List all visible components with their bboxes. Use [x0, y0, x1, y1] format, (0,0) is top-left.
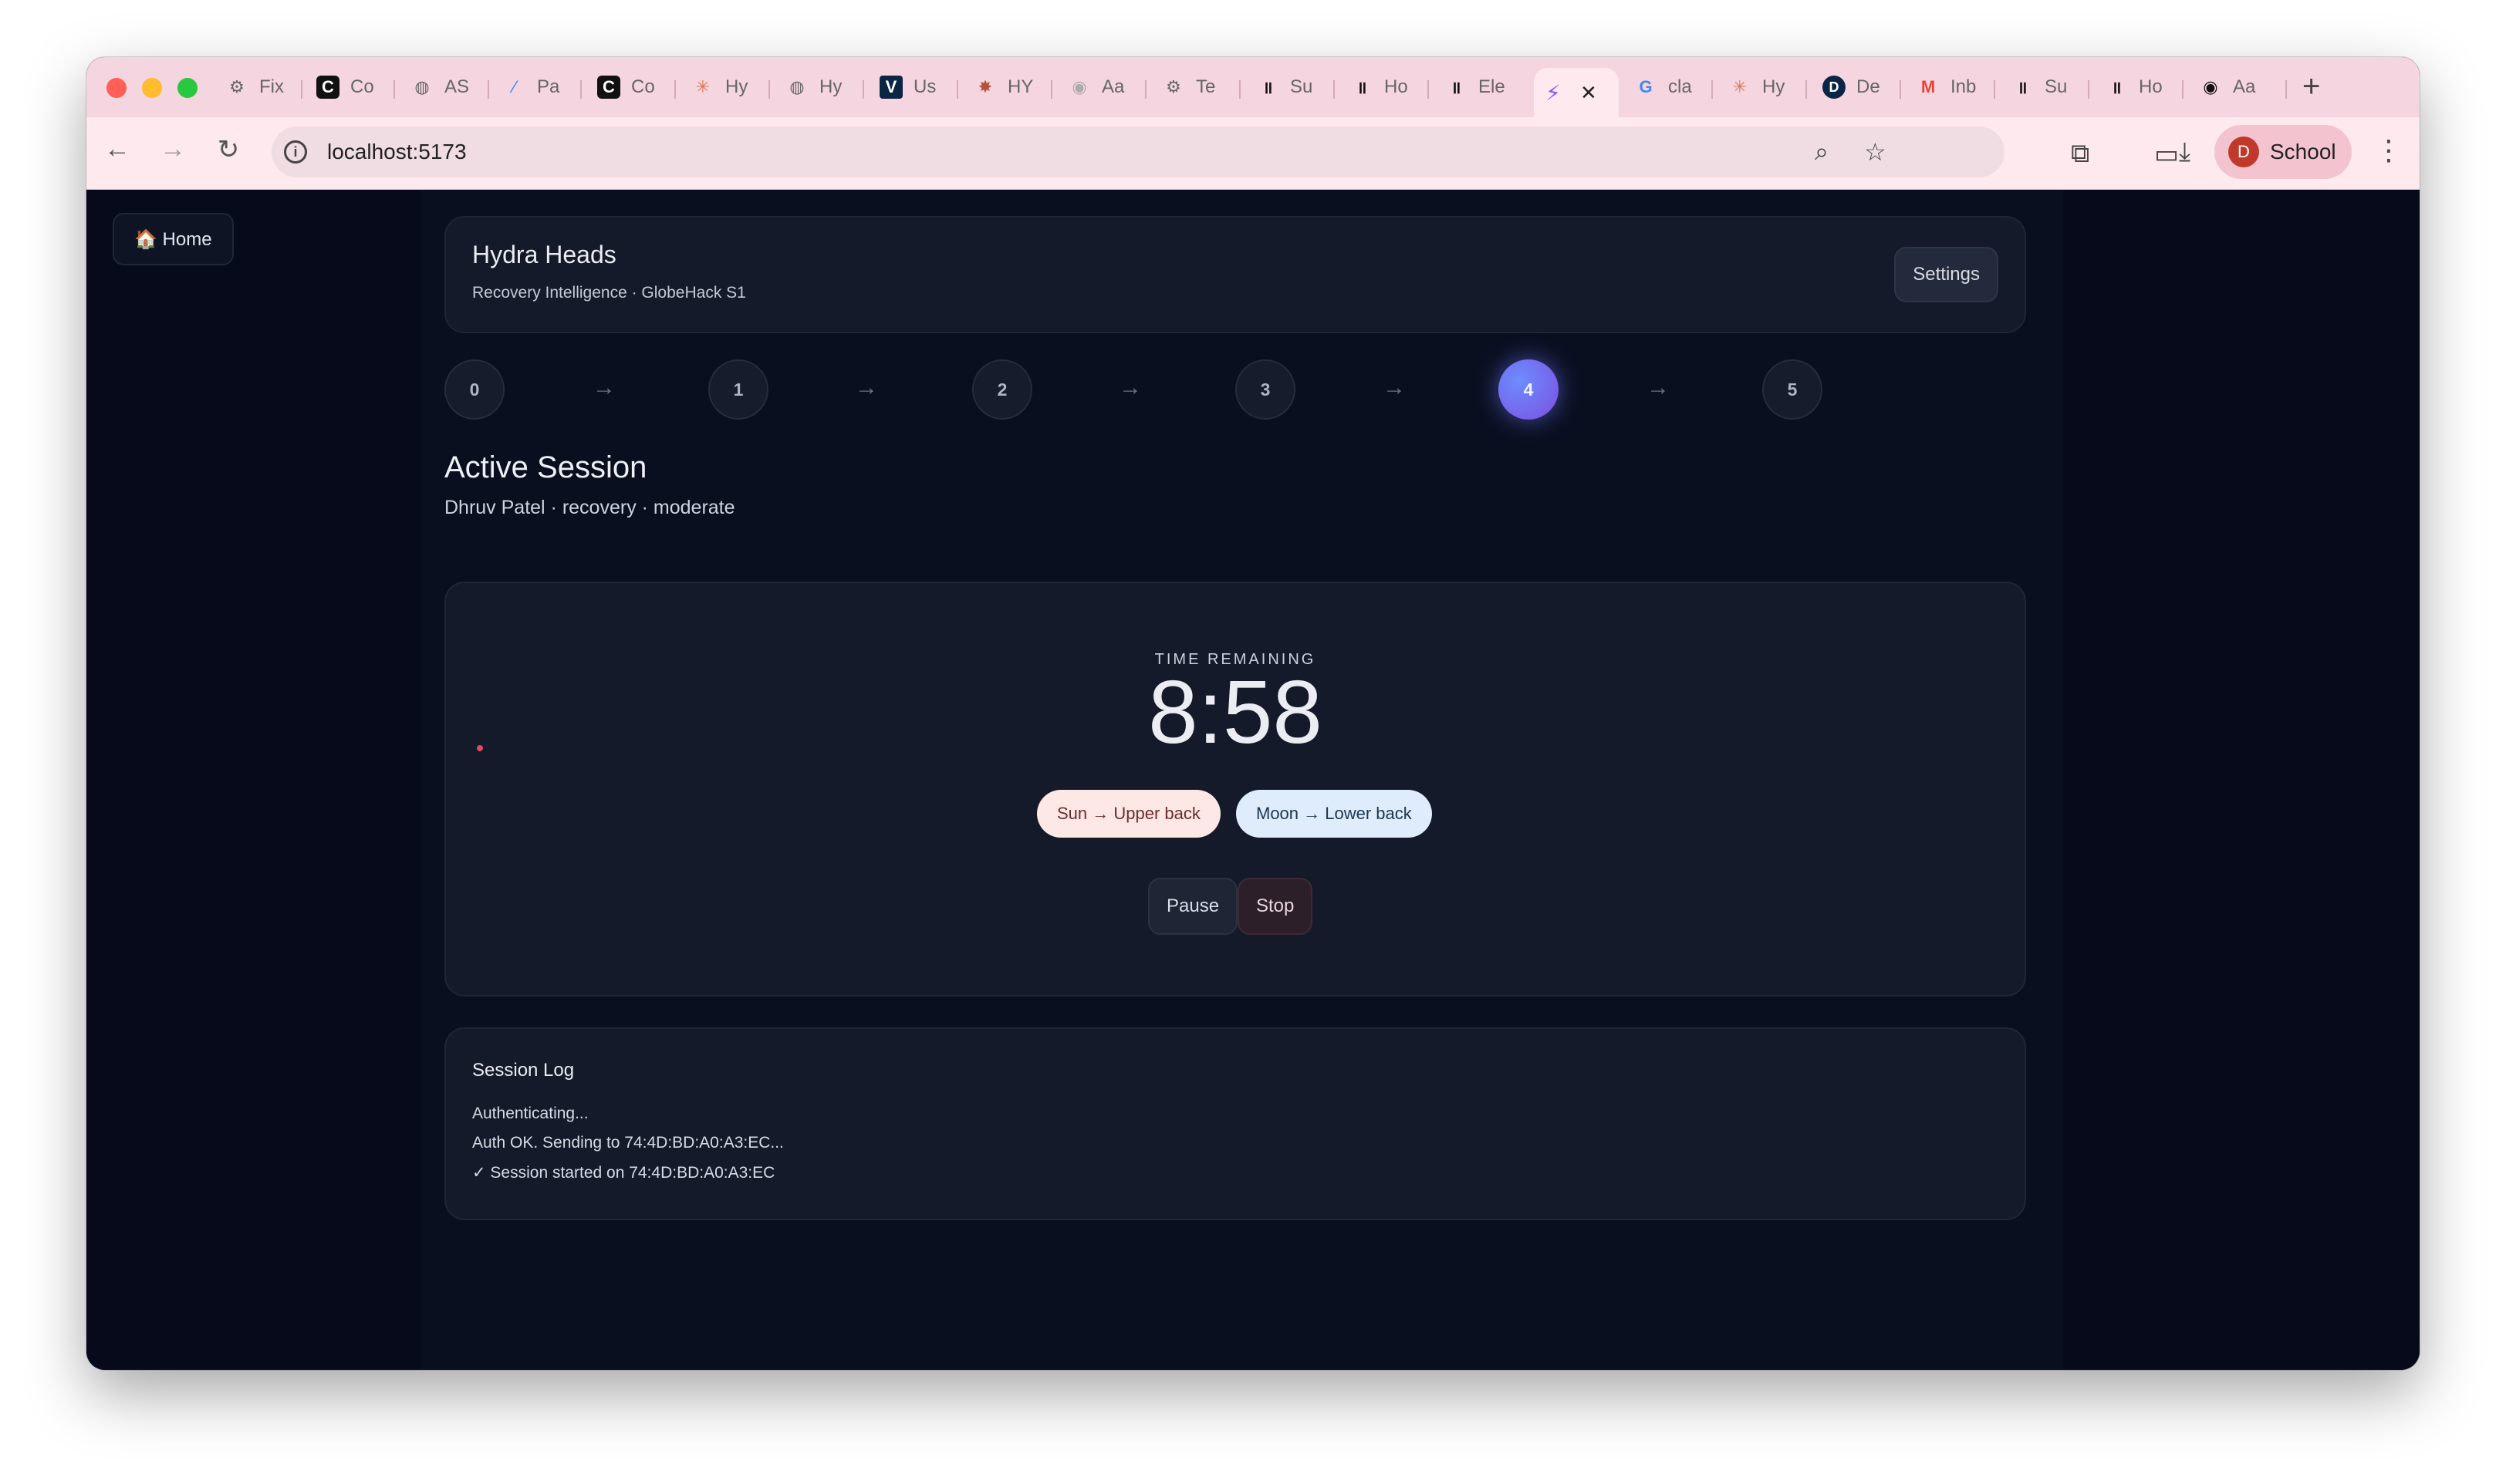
pause-icon: ॥: [2111, 78, 2122, 97]
main-column: Hydra Heads Recovery Intelligence · Glob…: [421, 190, 2063, 1370]
step-5[interactable]: 5: [1762, 359, 1822, 420]
link-icon: ⁄: [513, 77, 516, 96]
browser-tab[interactable]: M Inb: [1909, 68, 1991, 106]
browser-tab[interactable]: D De: [1815, 68, 1896, 106]
openai-icon: ⚙: [229, 77, 245, 96]
time-remaining-value: 8:58: [1148, 662, 1322, 762]
log-line: Authenticating...: [472, 1105, 589, 1122]
pause-icon: ॥: [1356, 78, 1367, 97]
vercel-v-icon: V: [880, 76, 903, 99]
step-3[interactable]: 3: [1235, 359, 1295, 420]
globe-icon: ◍: [789, 77, 805, 96]
browser-tab[interactable]: ॥ Su: [2003, 68, 2085, 106]
pause-icon: ॥: [1262, 78, 1273, 97]
session-title: Active Session: [444, 450, 647, 484]
sun-placement-pill: Sun → Upper back: [1037, 790, 1221, 838]
browser-tab-active[interactable]: ⚡ ✕: [1534, 68, 1619, 117]
url-text[interactable]: localhost:5173: [327, 140, 467, 164]
openai-icon: ⚙: [1166, 77, 1181, 96]
step-arrow: →: [593, 375, 616, 400]
browser-tab[interactable]: ॥ Ho: [1342, 68, 1424, 106]
close-window-button[interactable]: [106, 78, 127, 98]
d-icon: D: [1822, 76, 1846, 99]
new-tab-button[interactable]: +: [2302, 69, 2320, 104]
step-0[interactable]: 0: [444, 359, 505, 420]
close-tab-icon[interactable]: ✕: [1580, 81, 1597, 105]
browser-menu-icon[interactable]: ⋮: [2375, 134, 2403, 167]
back-button[interactable]: ←: [102, 134, 133, 164]
browser-tab[interactable]: ✳ Hy: [1721, 68, 1802, 106]
vite-icon: ⚡: [1545, 80, 1561, 105]
session-log-title: Session Log: [472, 1060, 575, 1081]
browser-toolbar: ← → ↻ i localhost:5173 ⌕ ☆ ⧉ ▭ ⤓ D Schoo…: [86, 117, 2420, 190]
gmail-icon: M: [1920, 77, 1936, 96]
home-button[interactable]: 🏠 Home: [113, 213, 234, 265]
bookmark-star-icon[interactable]: ☆: [1864, 137, 1886, 167]
browser-tab[interactable]: ॥ Ho: [2097, 68, 2179, 106]
cursor-icon: C: [597, 76, 620, 99]
extensions-icon[interactable]: ⧉: [2071, 139, 2089, 169]
browser-tab[interactable]: ◉ Aa: [1060, 68, 1142, 106]
browser-tab[interactable]: C Co: [309, 68, 390, 106]
pause-button[interactable]: Pause: [1148, 878, 1238, 935]
minimize-window-button[interactable]: [142, 78, 162, 98]
github-icon: ◉: [1072, 77, 1087, 96]
log-line: ✓ Session started on 74:4D:BD:A0:A3:EC: [472, 1164, 775, 1182]
stop-button[interactable]: Stop: [1238, 878, 1313, 935]
cursor-icon: C: [316, 76, 339, 99]
browser-tab[interactable]: ✸ HY: [966, 68, 1048, 106]
maximize-window-button[interactable]: [177, 78, 198, 98]
browser-tab[interactable]: ⚙ Fix: [218, 68, 299, 106]
zoom-icon[interactable]: ⌕: [1815, 137, 1829, 167]
step-arrow: →: [1383, 375, 1406, 400]
browser-tab[interactable]: ◉ Aa: [2191, 68, 2273, 106]
app-subtitle: Recovery Intelligence · GlobeHack S1: [472, 284, 746, 302]
step-arrow: →: [855, 375, 878, 400]
browser-tab[interactable]: ◍ Hy: [778, 68, 860, 106]
address-bar[interactable]: i localhost:5173 ⌕ ☆: [272, 126, 2004, 177]
app-header-card: Hydra Heads Recovery Intelligence · Glob…: [444, 216, 2026, 333]
browser-tab[interactable]: ॥ Su: [1248, 68, 1330, 106]
browser-tab[interactable]: ॥ Ele: [1437, 68, 1518, 106]
profile-name: School: [2270, 140, 2336, 164]
site-info-icon[interactable]: i: [284, 140, 307, 164]
step-4-active[interactable]: 4: [1498, 359, 1559, 420]
claude-icon: ✳: [1732, 77, 1748, 96]
step-arrow: →: [1119, 375, 1142, 400]
claude-icon: ✳: [695, 77, 711, 96]
download-icon[interactable]: ⤓: [2179, 137, 2190, 167]
timer-card: TIME REMAINING 8:58 Sun → Upper back Moo…: [444, 582, 2026, 997]
session-log-card: Session Log Authenticating... Auth OK. S…: [444, 1027, 2026, 1220]
pause-icon: ॥: [2017, 78, 2028, 97]
pause-icon: ॥: [1451, 78, 1461, 97]
app-title: Hydra Heads: [472, 241, 616, 268]
profile-button[interactable]: D School: [2214, 125, 2352, 179]
browser-tab[interactable]: V Us: [872, 68, 954, 106]
session-subtitle: Dhruv Patel · recovery · moderate: [444, 497, 735, 518]
tab-strip: ⚙Fix CCo ◍AS ⁄Pa CCo ✳Hy ◍Hy VUs: [86, 57, 2420, 117]
browser-tab[interactable]: ⁄ Pa: [495, 68, 577, 106]
browser-window: ⚙Fix CCo ◍AS ⁄Pa CCo ✳Hy ◍Hy VUs: [86, 57, 2420, 1370]
tab-search-icon[interactable]: ▭: [2154, 139, 2179, 170]
log-line: Auth OK. Sending to 74:4D:BD:A0:A3:EC...: [472, 1134, 784, 1152]
browser-tab[interactable]: ✳ Hy: [684, 68, 765, 106]
claude-icon: ✸: [978, 77, 993, 96]
browser-tab[interactable]: Gcla: [1626, 68, 1708, 106]
globe-icon: ◍: [414, 77, 430, 96]
step-2[interactable]: 2: [972, 359, 1032, 420]
browser-tab[interactable]: C Co: [589, 68, 671, 106]
step-1[interactable]: 1: [708, 359, 768, 420]
moon-placement-pill: Moon → Lower back: [1236, 790, 1432, 838]
browser-tab[interactable]: ⚙ Te: [1154, 68, 1236, 106]
reload-button[interactable]: ↻: [213, 134, 244, 165]
settings-button[interactable]: Settings: [1894, 247, 1998, 302]
browser-tab[interactable]: ◍ AS: [403, 68, 485, 106]
page-viewport: 🏠 Home Hydra Heads Recovery Intelligence…: [86, 190, 2420, 1370]
forward-button[interactable]: →: [157, 134, 188, 164]
google-icon: G: [1639, 77, 1653, 96]
step-arrow: →: [1646, 375, 1670, 400]
avatar: D: [2228, 137, 2259, 167]
github-icon: ◉: [2203, 77, 2218, 96]
